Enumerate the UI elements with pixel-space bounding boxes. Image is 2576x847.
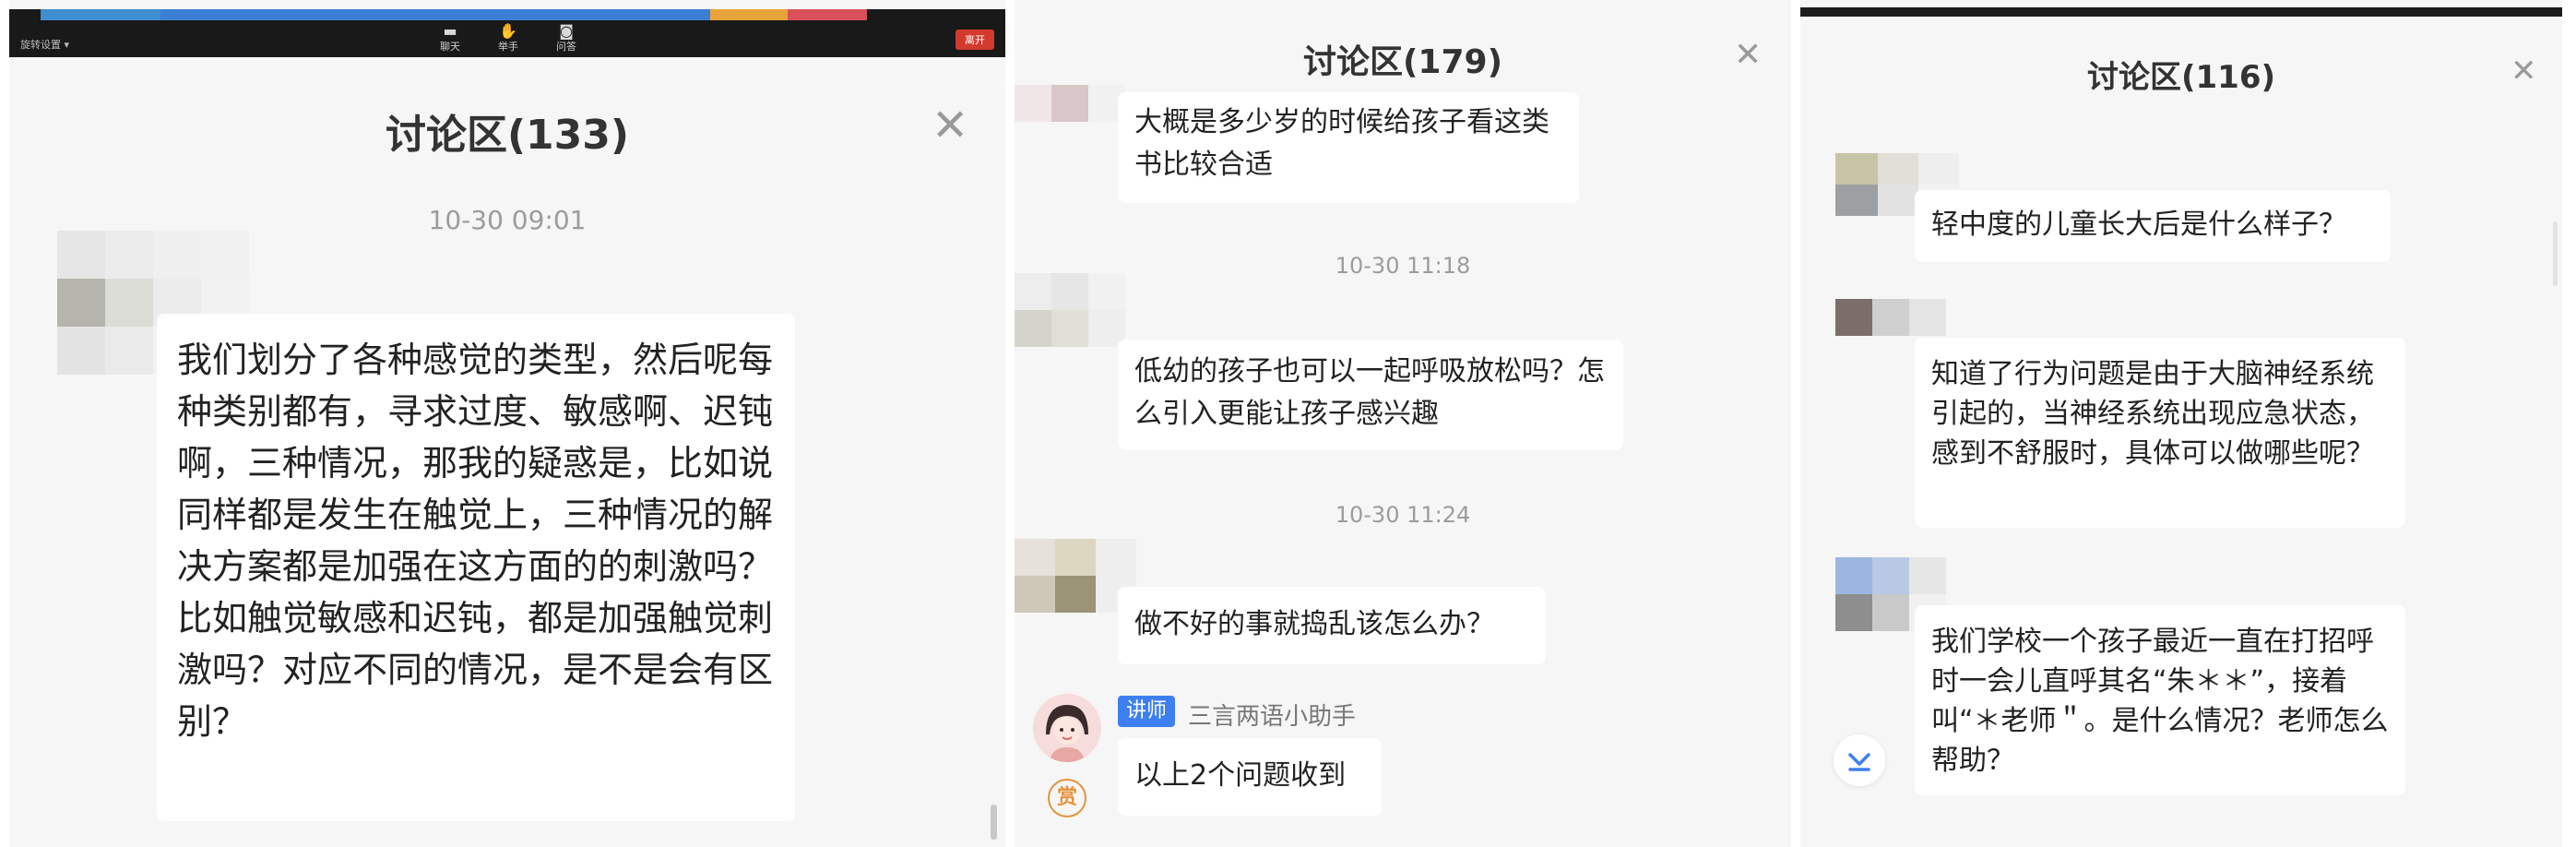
message-bubble: 知道了行为问题是由于大脑神经系统引起的，当神经系统出现应急状态，感到不舒服时，具… — [1915, 338, 2405, 528]
panel-title: 讨论区(133) — [385, 112, 630, 159]
teacher-avatar-image — [1033, 694, 1101, 762]
scrollbar[interactable] — [991, 805, 997, 840]
toolbar-accent — [710, 9, 788, 20]
settings-menu[interactable]: 旋转设置 ▾ — [20, 37, 69, 52]
close-icon[interactable]: ✕ — [2511, 55, 2537, 87]
message-text: 我们学校一个孩子最近一直在打招呼时一会儿直呼其名“朱＊＊”，接着叫“＊老师＂。是… — [1931, 626, 2389, 777]
teacher-tag: 讲师 — [1118, 696, 1175, 727]
teacher-message-bubble: 以上2个问题收到 — [1118, 738, 1382, 816]
message-bubble: 轻中度的儿童长大后是什么样子？ — [1915, 190, 2391, 262]
qa-button[interactable]: ◙ 问答 — [548, 24, 585, 54]
message-bubble: 我们划分了各种感觉的类型，然后呢每种类别都有，寻求过度、敏感啊、迟钝啊，三种情况… — [157, 314, 795, 821]
message-text: 做不好的事就捣乱该怎么办？ — [1134, 608, 1494, 640]
chat-icon: ▬ — [443, 22, 457, 40]
hand-label: 举手 — [498, 41, 518, 53]
message-text: 轻中度的儿童长大后是什么样子？ — [1931, 209, 2346, 241]
reward-button[interactable]: 赏 — [1048, 779, 1086, 817]
message-text: 低幼的孩子也可以一起呼吸放松吗？怎么引入更能让孩子感兴趣 — [1134, 355, 1605, 430]
toolbar-accent — [160, 9, 710, 20]
message-text: 大概是多少岁的时候给孩子看这类书比较合适 — [1134, 106, 1549, 181]
scroll-down-button[interactable] — [1834, 734, 1885, 786]
message-bubble: 做不好的事就捣乱该怎么办？ — [1118, 587, 1546, 664]
message-bubble: 我们学校一个孩子最近一直在打招呼时一会儿直呼其名“朱＊＊”，接着叫“＊老师＂。是… — [1915, 605, 2405, 795]
qa-icon: ◙ — [559, 22, 574, 40]
message-text: 我们划分了各种感觉的类型，然后呢每种类别都有，寻求过度、敏感啊、迟钝啊，三种情况… — [177, 340, 774, 742]
discussion-panel-2: 讨论区(179) ✕ 大概是多少岁的时候给孩子看这类书比较合适 10-30 11… — [1015, 0, 1791, 847]
window-top-border — [1800, 7, 2562, 17]
message-bubble: 大概是多少岁的时候给孩子看这类书比较合适 — [1118, 92, 1579, 203]
panel-title: 讨论区(179) — [1302, 43, 1503, 81]
message-text: 以上2个问题收到 — [1134, 759, 1347, 792]
raise-hand-button[interactable]: ✋ 举手 — [490, 24, 527, 54]
toolbar-accent — [788, 9, 867, 20]
message-bubble: 低幼的孩子也可以一起呼吸放松吗？怎么引入更能让孩子感兴趣 — [1118, 340, 1623, 450]
scrollbar[interactable] — [2553, 221, 2558, 286]
qa-label: 问答 — [556, 41, 576, 53]
discussion-panel-3: 讨论区(116) ✕ 轻中度的儿童长大后是什么样子？ 知道了行为问题是由于大脑神… — [1800, 0, 2562, 847]
leave-button[interactable]: 离开 — [956, 30, 994, 50]
chat-label: 聊天 — [440, 41, 460, 53]
chat-button[interactable]: ▬ 聊天 — [432, 24, 469, 54]
close-icon[interactable]: ✕ — [932, 103, 968, 148]
close-icon[interactable]: ✕ — [1734, 39, 1762, 72]
meeting-toolbar: 旋转设置 ▾ ▬ 聊天 ✋ 举手 ◙ 问答 离开 — [9, 9, 1005, 57]
teacher-name: 三言两语小助手 — [1188, 703, 1357, 731]
message-timestamp: 10-30 11:24 — [1335, 502, 1471, 528]
message-timestamp: 10-30 11:18 — [1335, 253, 1471, 279]
user-avatar[interactable] — [1835, 299, 1946, 336]
user-avatar[interactable] — [1015, 273, 1125, 347]
discussion-panel-1: 旋转设置 ▾ ▬ 聊天 ✋ 举手 ◙ 问答 离开 讨论区(133) ✕ 10-3… — [9, 0, 1005, 847]
scroll-down-icon — [1848, 753, 1870, 771]
message-text: 知道了行为问题是由于大脑神经系统引起的，当神经系统出现应急状态，感到不舒服时，具… — [1931, 358, 2374, 470]
panel-title: 讨论区(116) — [2086, 59, 2276, 96]
teacher-avatar[interactable] — [1033, 694, 1101, 762]
hand-icon: ✋ — [499, 22, 517, 40]
user-avatar[interactable] — [1015, 85, 1125, 122]
toolbar-accent — [41, 9, 160, 20]
